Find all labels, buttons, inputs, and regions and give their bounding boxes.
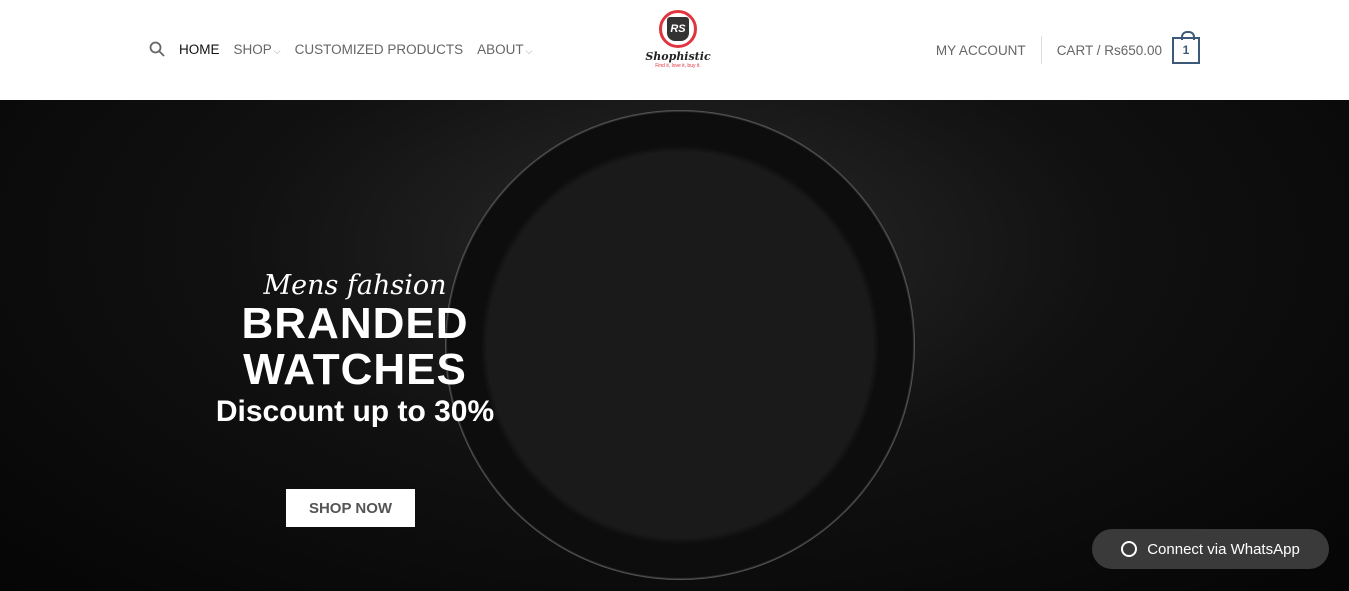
hero-title-line2: WATCHES (243, 345, 467, 394)
hero-banner: Mens fahsion BRANDED WATCHES Discount up… (0, 100, 1349, 591)
hero-discount: Discount up to 30% (215, 395, 495, 428)
nav-customized-products[interactable]: CUSTOMIZED PRODUCTS (295, 42, 464, 57)
logo-name: Shophistic (645, 50, 711, 63)
divider (1040, 36, 1042, 64)
logo-emblem: RS (659, 10, 697, 48)
header-right: MY ACCOUNT CART / Rs650.00 1 (936, 30, 1200, 64)
my-account-link[interactable]: MY ACCOUNT (936, 43, 1026, 58)
hero-title-line1: BRANDED (241, 299, 469, 348)
shop-now-button[interactable]: SHOP NOW (286, 489, 415, 527)
site-header: HOME SHOP ⌵ CUSTOMIZED PRODUCTS ABOUT ⌵ RS… (0, 0, 1349, 100)
whatsapp-button[interactable]: Connect via WhatsApp (1092, 529, 1329, 569)
logo-tagline: Find it, love it, buy it. (655, 63, 701, 69)
nav-about[interactable]: ABOUT ⌵ (477, 42, 532, 57)
nav-shop-label: SHOP (233, 41, 272, 57)
chevron-down-icon: ⌵ (525, 45, 533, 56)
nav-about-label: ABOUT (477, 41, 524, 57)
bag-icon: RS (667, 17, 689, 41)
whatsapp-label: Connect via WhatsApp (1147, 540, 1300, 558)
nav-shop[interactable]: SHOP ⌵ (234, 42, 281, 57)
watch-image (445, 110, 915, 580)
site-logo[interactable]: RS Shophistic Find it, love it, buy it. (640, 10, 716, 80)
search-icon[interactable] (149, 41, 165, 57)
cart-link[interactable]: CART / Rs650.00 (1057, 43, 1162, 58)
whatsapp-icon (1121, 541, 1138, 557)
cart-count-badge[interactable]: 1 (1172, 30, 1200, 64)
chevron-down-icon: ⌵ (273, 45, 281, 56)
hero-text: Mens fahsion BRANDED WATCHES Discount up… (200, 270, 510, 429)
main-nav: HOME SHOP ⌵ CUSTOMIZED PRODUCTS ABOUT ⌵ (149, 41, 532, 57)
nav-home[interactable]: HOME (179, 42, 220, 57)
hero-script: Mens fahsion (263, 270, 447, 301)
